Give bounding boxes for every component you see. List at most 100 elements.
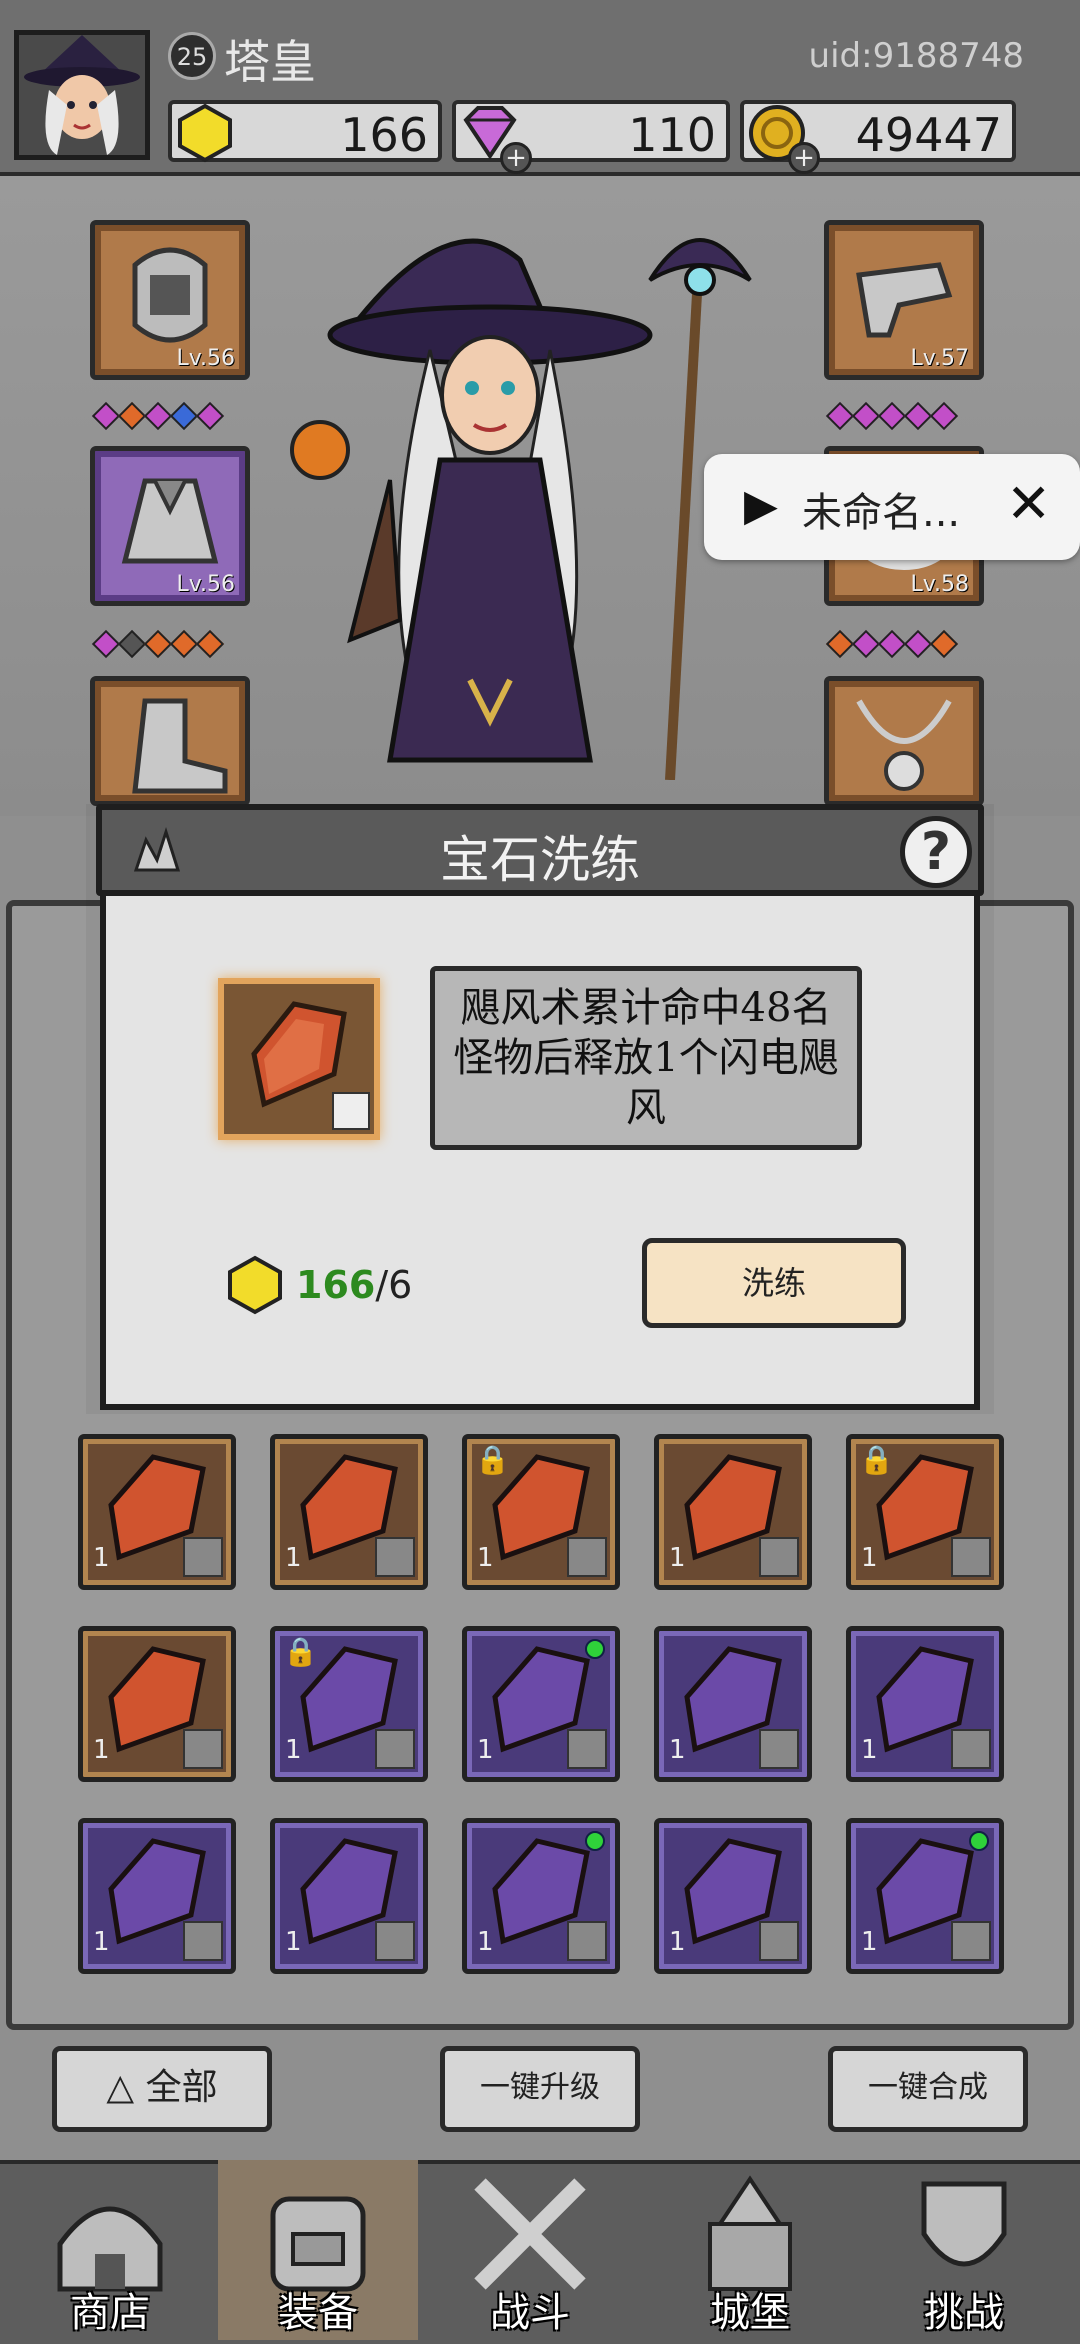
coin-add-icon[interactable]: + — [788, 142, 820, 174]
gold-gem-icon — [178, 103, 232, 163]
gold-gem-value: 166 — [340, 108, 428, 162]
cloak-type-icon — [332, 1092, 370, 1130]
new-indicator-dot — [585, 1639, 605, 1659]
equip-slot-gauntlet[interactable]: Lv.57 — [824, 220, 984, 380]
gem-count: 1 — [669, 1735, 686, 1765]
gem-count: 1 — [285, 1543, 302, 1573]
gem-count: 1 — [669, 1927, 686, 1957]
crossed-swords-icon — [474, 2178, 586, 2290]
ring-gem-dots — [825, 629, 959, 659]
lock-icon[interactable]: 🔒 — [475, 1443, 510, 1476]
player-name: 塔皇 — [224, 35, 316, 89]
upgrade-all-button[interactable]: 一键升级 — [440, 2046, 640, 2132]
equip-type-icon — [183, 1729, 223, 1769]
equip-type-icon — [567, 1921, 607, 1961]
nav-challenge-label: 挑战 — [924, 2290, 1004, 2336]
shield-icon — [921, 2181, 1007, 2267]
equip-type-icon — [183, 1537, 223, 1577]
boot-icon — [132, 698, 228, 794]
nav-challenge[interactable]: 挑战 — [864, 2160, 1064, 2340]
nav-shop[interactable]: 商店 — [10, 2160, 210, 2340]
nav-castle-label: 城堡 — [710, 2290, 790, 2336]
equip-slot-amulet[interactable] — [824, 676, 984, 806]
gold-gem-icon — [228, 1255, 282, 1315]
nav-castle[interactable]: 城堡 — [650, 2160, 850, 2340]
gem-grid-cell[interactable]: 1 — [270, 1818, 428, 1974]
equip-level: Lv.57 — [910, 346, 969, 371]
shop-icon — [57, 2206, 163, 2292]
gem-count: 1 — [477, 1735, 494, 1765]
gem-count: 1 — [861, 1927, 878, 1957]
lock-icon[interactable]: 🔒 — [283, 1635, 318, 1668]
gauntlet-gem-dots — [825, 401, 959, 431]
gem-grid: 1 1 1 🔒 1 1 🔒 1 1 🔒 1 1 1 1 1 1 1 1 — [78, 1434, 1008, 1984]
gem-effect-description: 飓风术累计命中48名怪物后释放1个闪电飓风 — [430, 966, 862, 1150]
gem-grid-cell[interactable]: 1 — [654, 1818, 812, 1974]
play-icon[interactable]: ▶ — [744, 480, 778, 531]
helmet-gem-dots — [91, 401, 225, 431]
lock-icon[interactable]: 🔒 — [859, 1443, 894, 1476]
gem-grid-cell[interactable]: 1 — [654, 1626, 812, 1782]
gem-grid-cell[interactable]: 1 — [78, 1626, 236, 1782]
gem-grid-cell[interactable]: 1 — [654, 1434, 812, 1590]
gem-count: 1 — [861, 1543, 878, 1573]
merge-all-button[interactable]: 一键合成 — [828, 2046, 1028, 2132]
gem-grid-cell[interactable]: 1 — [462, 1626, 620, 1782]
nav-battle[interactable]: 战斗 — [430, 2160, 630, 2340]
equip-type-icon — [759, 1921, 799, 1961]
gem-count: 1 — [861, 1735, 878, 1765]
filter-all-label: 全部 — [145, 2067, 218, 2108]
gem-grid-cell[interactable]: 1 🔒 — [462, 1434, 620, 1590]
gem-grid-cell[interactable]: 1 🔒 — [846, 1434, 1004, 1590]
equip-type-icon — [375, 1729, 415, 1769]
cost-need: /6 — [375, 1263, 413, 1307]
gem-grid-cell[interactable]: 1 — [846, 1818, 1004, 1974]
filter-all-button[interactable]: △ 全部 — [52, 2046, 272, 2132]
cloak-gem-dots — [91, 629, 225, 659]
equip-slot-helmet[interactable]: Lv.56 — [90, 220, 250, 380]
equip-slot-cloak[interactable]: Lv.56 — [90, 446, 250, 606]
new-indicator-dot — [969, 1831, 989, 1851]
diamond-add-icon[interactable]: + — [500, 142, 532, 174]
floating-notification[interactable]: ▶ 未命名... ✕ — [704, 454, 1080, 560]
help-button[interactable]: ? — [900, 816, 972, 888]
equip-type-icon — [567, 1729, 607, 1769]
equip-type-icon — [375, 1537, 415, 1577]
refine-button[interactable]: 洗练 — [642, 1238, 906, 1328]
equip-type-icon — [183, 1921, 223, 1961]
nav-shop-label: 商店 — [70, 2290, 150, 2336]
cost-have: 166 — [296, 1263, 376, 1307]
equip-type-icon — [567, 1537, 607, 1577]
close-icon[interactable]: ✕ — [1006, 472, 1051, 535]
equip-type-icon — [951, 1729, 991, 1769]
player-avatar[interactable] — [14, 30, 150, 160]
gem-grid-cell[interactable]: 1 — [78, 1818, 236, 1974]
gem-grid-cell[interactable]: 1 — [78, 1434, 236, 1590]
gem-count: 1 — [477, 1543, 494, 1573]
modal-title: 宝石洗练 — [440, 831, 640, 889]
coin-resource: + 49447 — [740, 100, 1016, 174]
gem-grid-cell[interactable]: 1 — [270, 1434, 428, 1590]
gem-grid-cell[interactable]: 1 🔒 — [270, 1626, 428, 1782]
equip-slot-boots[interactable] — [90, 676, 250, 806]
gem-grid-cell[interactable]: 1 — [846, 1626, 1004, 1782]
gem-grid-cell[interactable]: 1 — [462, 1818, 620, 1974]
equip-level: Lv.58 — [910, 572, 969, 597]
diamond-value: 110 — [628, 108, 716, 162]
triangle-icon: △ — [106, 2067, 146, 2108]
equip-level: Lv.56 — [176, 572, 235, 597]
gem-count: 1 — [93, 1543, 110, 1573]
coin-value: 49447 — [855, 108, 1002, 162]
player-level-badge: 25 — [168, 32, 216, 80]
equip-type-icon — [759, 1729, 799, 1769]
gem-count: 1 — [93, 1927, 110, 1957]
equip-type-icon — [759, 1537, 799, 1577]
refine-cost: 166/6 — [224, 1250, 412, 1320]
selected-gem-slot[interactable] — [218, 978, 380, 1140]
nav-equip[interactable]: 装备 — [218, 2160, 418, 2340]
castle-icon — [708, 2175, 792, 2291]
gem-count: 1 — [669, 1543, 686, 1573]
gem-count: 1 — [93, 1735, 110, 1765]
new-indicator-dot — [585, 1831, 605, 1851]
equip-type-icon — [951, 1921, 991, 1961]
